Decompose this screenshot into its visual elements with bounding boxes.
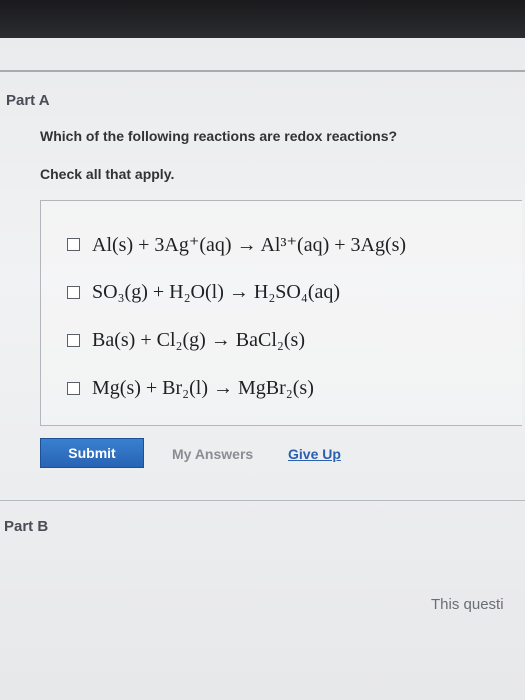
part-b-divider: [0, 500, 525, 501]
checkbox[interactable]: [67, 237, 80, 251]
answer-option-3[interactable]: Ba(s) + Cl₂(g) → BaCl₂(s): [67, 326, 305, 354]
checkbox[interactable]: [67, 381, 80, 395]
option-label: Ba(s) + Cl₂(g) → BaCl₂(s): [92, 328, 305, 351]
part-b-clipped-text: This questi: [431, 596, 504, 613]
part-a-title: Part A: [6, 92, 50, 109]
header-divider: [0, 70, 525, 72]
answer-option-4[interactable]: Mg(s) + Br₂(l) → MgBr₂(s): [67, 374, 314, 402]
submit-button[interactable]: Submit: [40, 438, 144, 468]
option-label: SO₃(g) + H₂O(l) → H₂SO₄(aq): [92, 280, 341, 303]
answer-option-1[interactable]: Al(s) + 3Ag⁺(aq) → Al³⁺(aq) + 3Ag(s): [67, 230, 406, 258]
instruction-text: Check all that apply.: [40, 166, 175, 182]
my-answers-link[interactable]: My Answers: [172, 446, 253, 462]
option-label: Al(s) + 3Ag⁺(aq) → Al³⁺(aq) + 3Ag(s): [92, 233, 407, 256]
browser-top-band: [0, 0, 525, 38]
answer-options-box: Al(s) + 3Ag⁺(aq) → Al³⁺(aq) + 3Ag(s) SO₃…: [40, 200, 522, 426]
checkbox[interactable]: [67, 333, 80, 347]
question-text: Which of the following reactions are red…: [40, 128, 398, 144]
option-label: Mg(s) + Br₂(l) → MgBr₂(s): [92, 376, 314, 399]
part-b-title: Part B: [4, 518, 49, 535]
answer-option-2[interactable]: SO₃(g) + H₂O(l) → H₂SO₄(aq): [67, 278, 340, 306]
give-up-link[interactable]: Give Up: [288, 446, 341, 462]
checkbox[interactable]: [67, 285, 80, 299]
